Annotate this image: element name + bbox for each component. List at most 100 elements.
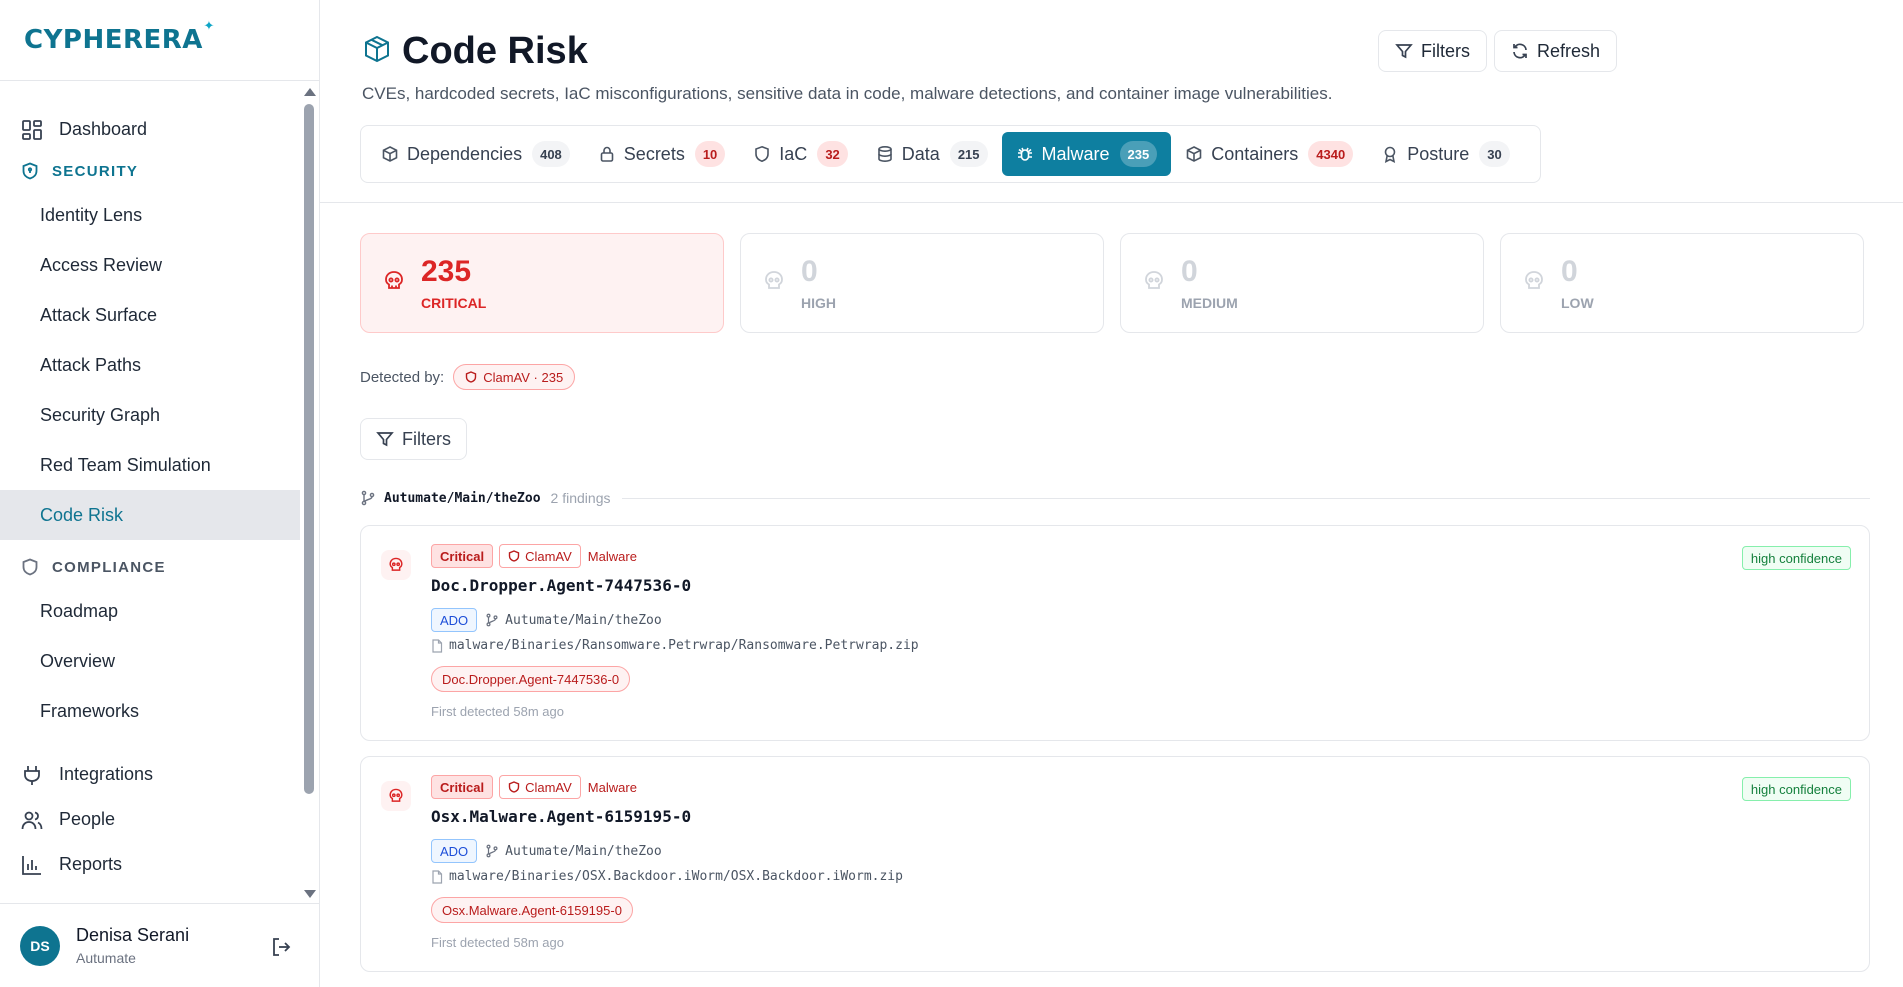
finding-name[interactable]: Doc.Dropper.Agent-7447536-0 (431, 576, 691, 595)
tab-malware[interactable]: Malware 235 (1001, 132, 1172, 176)
sidebar-item-security-graph[interactable]: Security Graph (0, 390, 300, 440)
scanner-badge: ClamAV (499, 775, 581, 799)
shield-icon (508, 550, 520, 562)
tab-containers[interactable]: Containers 4340 (1171, 132, 1367, 176)
finding-card[interactable]: Critical ClamAV Malware Osx.Malware.Agen… (360, 756, 1870, 972)
award-icon (1384, 146, 1396, 163)
severity-card-high[interactable]: 0 HIGH (740, 233, 1104, 333)
severity-label: MEDIUM (1181, 295, 1238, 311)
app: CYPHERERA ✦ Dashboard SECURITY Identity L… (0, 0, 1903, 987)
tab-count: 408 (532, 141, 570, 167)
severity-card-critical[interactable]: 235 CRITICAL (360, 233, 724, 333)
tab-count: 10 (694, 141, 726, 167)
sidebar-item-access-review[interactable]: Access Review (0, 240, 300, 290)
scroll-up-arrow-icon[interactable] (304, 88, 316, 96)
severity-badge: Critical (431, 544, 494, 568)
tab-label: Posture (1407, 143, 1470, 164)
shield-icon (466, 371, 477, 383)
tab-count: 235 (1119, 141, 1158, 167)
repo-finding-count: 2 findings (550, 490, 611, 506)
user-org: Autumate (76, 950, 136, 966)
sidebar-item-people[interactable]: People (0, 797, 300, 842)
severity-card-medium[interactable]: 0 MEDIUM (1120, 233, 1484, 333)
sidebar-item-attack-surface[interactable]: Attack Surface (0, 290, 300, 340)
sidebar-item-dashboard[interactable]: Dashboard (0, 107, 300, 152)
refresh-icon (1513, 43, 1527, 59)
severity-label: LOW (1561, 295, 1594, 311)
tab-secrets[interactable]: Secrets 10 (584, 132, 740, 176)
tab-data[interactable]: Data 215 (862, 132, 1002, 176)
signature-pill: Osx.Malware.Agent-6159195-0 (431, 897, 633, 923)
sidebar-scrollbar[interactable] (301, 88, 317, 898)
tab-label: Data (901, 143, 940, 164)
severity-card-low[interactable]: 0 LOW (1500, 233, 1864, 333)
finding-repo: Autumate/Main/theZoo (505, 843, 662, 859)
tab-label: Dependencies (407, 143, 523, 164)
repo-name: Autumate/Main/theZoo (384, 490, 541, 506)
section-label: COMPLIANCE (52, 558, 166, 576)
page-title: Code Risk (402, 30, 588, 72)
sidebar-item-label: Reports (59, 854, 123, 874)
finding-path: malware/Binaries/Ransomware.Petrwrap/Ran… (449, 638, 919, 653)
scanner-name: ClamAV (525, 548, 572, 564)
severity-count: 0 (801, 255, 818, 288)
avatar: DS (20, 925, 60, 966)
tab-posture[interactable]: Posture 30 (1367, 132, 1524, 176)
finding-repo: Autumate/Main/theZoo (505, 612, 662, 628)
sidebar-item-red-team-simulation[interactable]: Red Team Simulation (0, 440, 300, 490)
confidence-badge: high confidence (1741, 546, 1851, 570)
section-compliance[interactable]: COMPLIANCE (0, 548, 300, 586)
sidebar-item-reports[interactable]: Reports (0, 842, 300, 887)
tab-label: Containers (1211, 143, 1299, 164)
plug-icon (20, 763, 44, 787)
logout-icon[interactable] (270, 936, 292, 958)
dashboard-icon (20, 118, 44, 142)
tab-dependencies[interactable]: Dependencies 408 (367, 132, 584, 176)
tab-count: 30 (1479, 141, 1510, 167)
box-icon (1186, 146, 1202, 162)
sidebar-item-frameworks[interactable]: Frameworks (0, 686, 300, 736)
repo-group-header[interactable]: Autumate/Main/theZoo 2 findings (360, 490, 1870, 506)
sidebar-item-code-risk[interactable]: Code Risk (0, 490, 300, 540)
sidebar-item-roadmap[interactable]: Roadmap (0, 586, 300, 636)
refresh-button[interactable]: Refresh (1494, 30, 1618, 72)
section-security[interactable]: SECURITY (0, 152, 300, 190)
brand-logo[interactable]: CYPHERERA ✦ (24, 19, 214, 55)
package-icon (382, 146, 398, 162)
scanner-filter-pill[interactable]: ClamAV · 235 (453, 364, 576, 390)
skull-icon (381, 781, 411, 811)
finding-meta: ADO Autumate/Main/theZoo (431, 608, 662, 632)
tab-count: 215 (949, 141, 988, 167)
header-filters-button[interactable]: Filters (1378, 30, 1487, 72)
bar-chart-icon (20, 853, 44, 877)
sidebar-item-label: Attack Surface (40, 304, 158, 325)
finding-path: malware/Binaries/OSX.Backdoor.iWorm/OSX.… (449, 869, 903, 884)
scanner-pill-label: ClamAV · 235 (483, 369, 564, 385)
severity-count: 0 (1181, 255, 1198, 288)
sidebar-item-overview[interactable]: Overview (0, 636, 300, 686)
sidebar-item-label: Frameworks (40, 700, 140, 721)
user-profile[interactable]: DS Denisa Serani Autumate (0, 903, 320, 987)
git-branch-icon (486, 844, 498, 858)
brand-name: CYPHERERA (24, 25, 203, 55)
filters-label: Filters (402, 428, 451, 449)
file-icon (432, 638, 443, 653)
scroll-down-arrow-icon[interactable] (304, 890, 316, 898)
sidebar-item-integrations[interactable]: Integrations (0, 752, 300, 797)
sidebar-item-label: Red Team Simulation (40, 454, 211, 475)
finding-card[interactable]: Critical ClamAV Malware Doc.Dropper.Agen… (360, 525, 1870, 741)
sidebar-item-attack-paths[interactable]: Attack Paths (0, 340, 300, 390)
filter-icon (1395, 44, 1413, 59)
findings-filters-button[interactable]: Filters (360, 418, 467, 460)
sidebar-item-identity-lens[interactable]: Identity Lens (0, 190, 300, 240)
tab-iac[interactable]: IaC 32 (739, 132, 861, 176)
page-header: Code Risk CVEs, hardcoded secrets, IaC m… (320, 0, 1903, 203)
brand-star-icon: ✦ (203, 19, 215, 34)
sidebar-item-label: Identity Lens (40, 204, 143, 225)
git-branch-icon (486, 613, 498, 627)
sidebar-item-label: Access Review (40, 254, 163, 275)
bug-icon (1017, 147, 1032, 161)
first-detected: First detected 58m ago (431, 935, 564, 950)
scrollbar-thumb[interactable] (304, 104, 314, 794)
finding-name[interactable]: Osx.Malware.Agent-6159195-0 (431, 807, 691, 826)
